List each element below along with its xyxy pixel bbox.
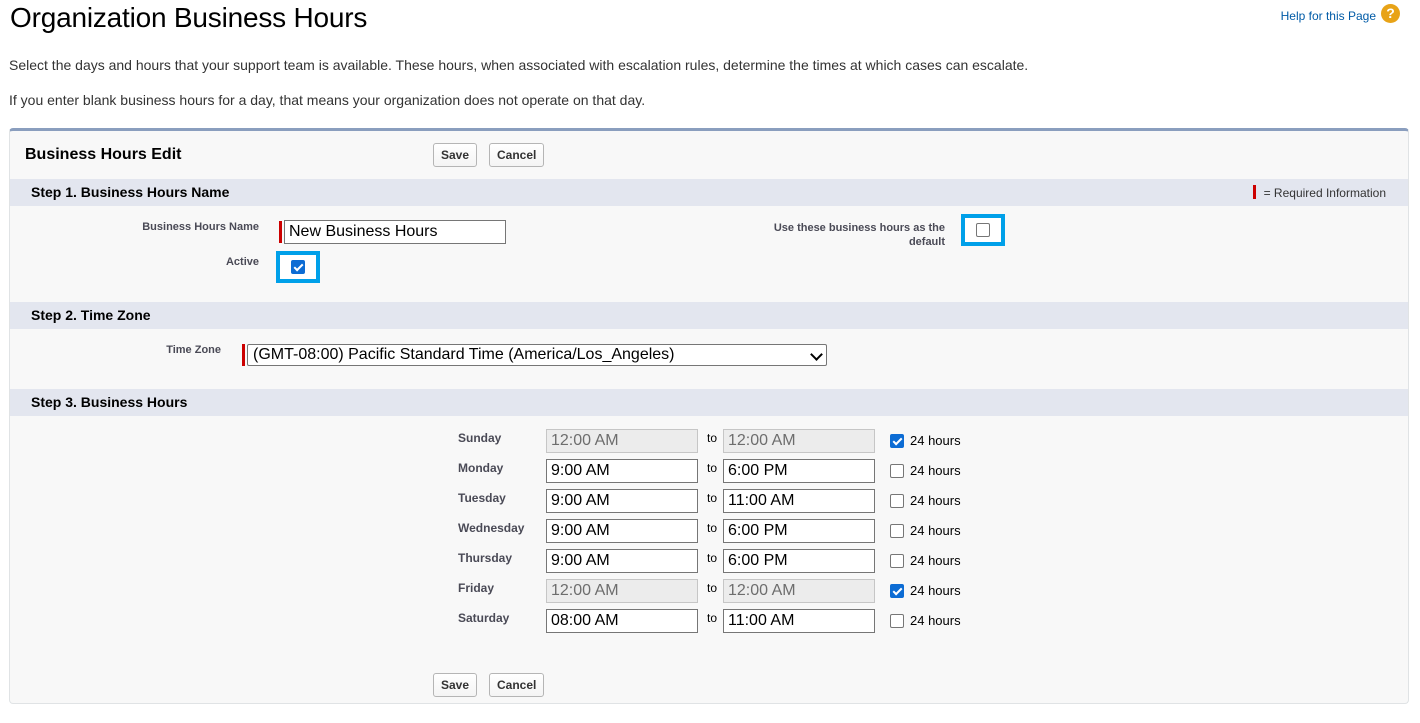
step2-section-header: Step 2. Time Zone <box>10 302 1408 329</box>
use-as-default-label: Use these business hours as the default <box>710 221 945 249</box>
day-label: Friday <box>458 581 495 595</box>
required-marker <box>1252 185 1256 199</box>
page-title: Organization Business Hours <box>10 2 368 33</box>
all-day-checkbox[interactable] <box>890 614 904 628</box>
use-as-default-label-line1: Use these business hours as the <box>773 222 945 234</box>
all-day-checkbox[interactable] <box>890 524 904 538</box>
end-time-input[interactable] <box>723 549 875 573</box>
step1-section-header: Step 1. Business Hours Name = Required I… <box>10 179 1408 206</box>
all-day-label: 24 hours <box>910 613 961 628</box>
end-time-input[interactable] <box>723 459 875 483</box>
required-info-legend: = Required Information <box>1252 185 1386 200</box>
day-label: Monday <box>458 461 504 475</box>
start-time-input[interactable] <box>546 489 698 513</box>
chevron-down-icon <box>810 348 823 361</box>
panel-title: Business Hours Edit <box>25 146 182 163</box>
time-zone-value: (GMT-08:00) Pacific Standard Time (Ameri… <box>253 346 675 363</box>
use-as-default-label-line2: default <box>908 236 945 248</box>
end-time-input[interactable] <box>723 609 875 633</box>
to-label: to <box>707 461 718 475</box>
start-time-input[interactable] <box>546 609 698 633</box>
page-description-blank-hours: If you enter blank business hours for a … <box>9 92 646 108</box>
to-label: to <box>707 491 718 505</box>
time-zone-select[interactable]: (GMT-08:00) Pacific Standard Time (Ameri… <box>247 344 827 366</box>
use-as-default-checkbox[interactable] <box>976 223 990 237</box>
all-day-label: 24 hours <box>910 583 961 598</box>
all-day-label: 24 hours <box>910 433 961 448</box>
day-label: Saturday <box>458 611 510 625</box>
all-day-checkbox[interactable] <box>890 434 904 448</box>
start-time-input[interactable] <box>546 549 698 573</box>
all-day-label: 24 hours <box>910 523 961 538</box>
all-day-checkbox[interactable] <box>890 554 904 568</box>
start-time-input[interactable] <box>546 459 698 483</box>
cancel-button-top[interactable]: Cancel <box>489 143 545 167</box>
save-button-top[interactable]: Save <box>433 143 478 167</box>
all-day-label: 24 hours <box>910 553 961 568</box>
business-hours-edit-panel: Business Hours Edit Save Cancel Step 1. … <box>9 128 1409 704</box>
business-hours-name-input[interactable] <box>284 220 506 244</box>
start-time-input[interactable] <box>546 429 698 453</box>
cancel-button-bottom[interactable]: Cancel <box>489 673 545 697</box>
to-label: to <box>707 551 718 565</box>
all-day-label: 24 hours <box>910 463 961 478</box>
active-label: Active <box>225 256 259 268</box>
required-marker <box>242 344 245 366</box>
end-time-input[interactable] <box>723 489 875 513</box>
end-time-input[interactable] <box>723 519 875 543</box>
to-label: to <box>707 581 718 595</box>
help-link[interactable]: Help for this Page <box>1281 9 1376 23</box>
active-checkbox[interactable] <box>291 260 305 274</box>
day-label: Thursday <box>458 551 513 565</box>
required-legend-text: = Required Information <box>1263 186 1386 200</box>
panel-header: Business Hours Edit Save Cancel <box>10 131 1408 180</box>
page-description: Select the days and hours that your supp… <box>9 57 1029 73</box>
to-label: to <box>707 521 718 535</box>
day-label: Tuesday <box>458 491 506 505</box>
active-checkbox-highlight <box>276 251 320 283</box>
save-button-bottom[interactable]: Save <box>433 673 478 697</box>
to-label: to <box>707 611 718 625</box>
start-time-input[interactable] <box>546 579 698 603</box>
time-zone-label: Time Zone <box>166 344 221 356</box>
business-hours-name-label: Business Hours Name <box>142 221 259 233</box>
day-label: Wednesday <box>458 521 525 535</box>
all-day-checkbox[interactable] <box>890 494 904 508</box>
question-icon[interactable]: ? <box>1381 4 1400 23</box>
to-label: to <box>707 431 718 445</box>
all-day-label: 24 hours <box>910 493 961 508</box>
step3-title: Step 3. Business Hours <box>31 394 188 410</box>
end-time-input[interactable] <box>723 579 875 603</box>
required-marker <box>279 221 282 243</box>
step1-title: Step 1. Business Hours Name <box>31 184 230 200</box>
all-day-checkbox[interactable] <box>890 464 904 478</box>
default-checkbox-highlight <box>961 214 1005 246</box>
end-time-input[interactable] <box>723 429 875 453</box>
step3-section-header: Step 3. Business Hours <box>10 389 1408 416</box>
day-label: Sunday <box>458 431 502 445</box>
start-time-input[interactable] <box>546 519 698 543</box>
all-day-checkbox[interactable] <box>890 584 904 598</box>
step2-title: Step 2. Time Zone <box>31 307 151 323</box>
